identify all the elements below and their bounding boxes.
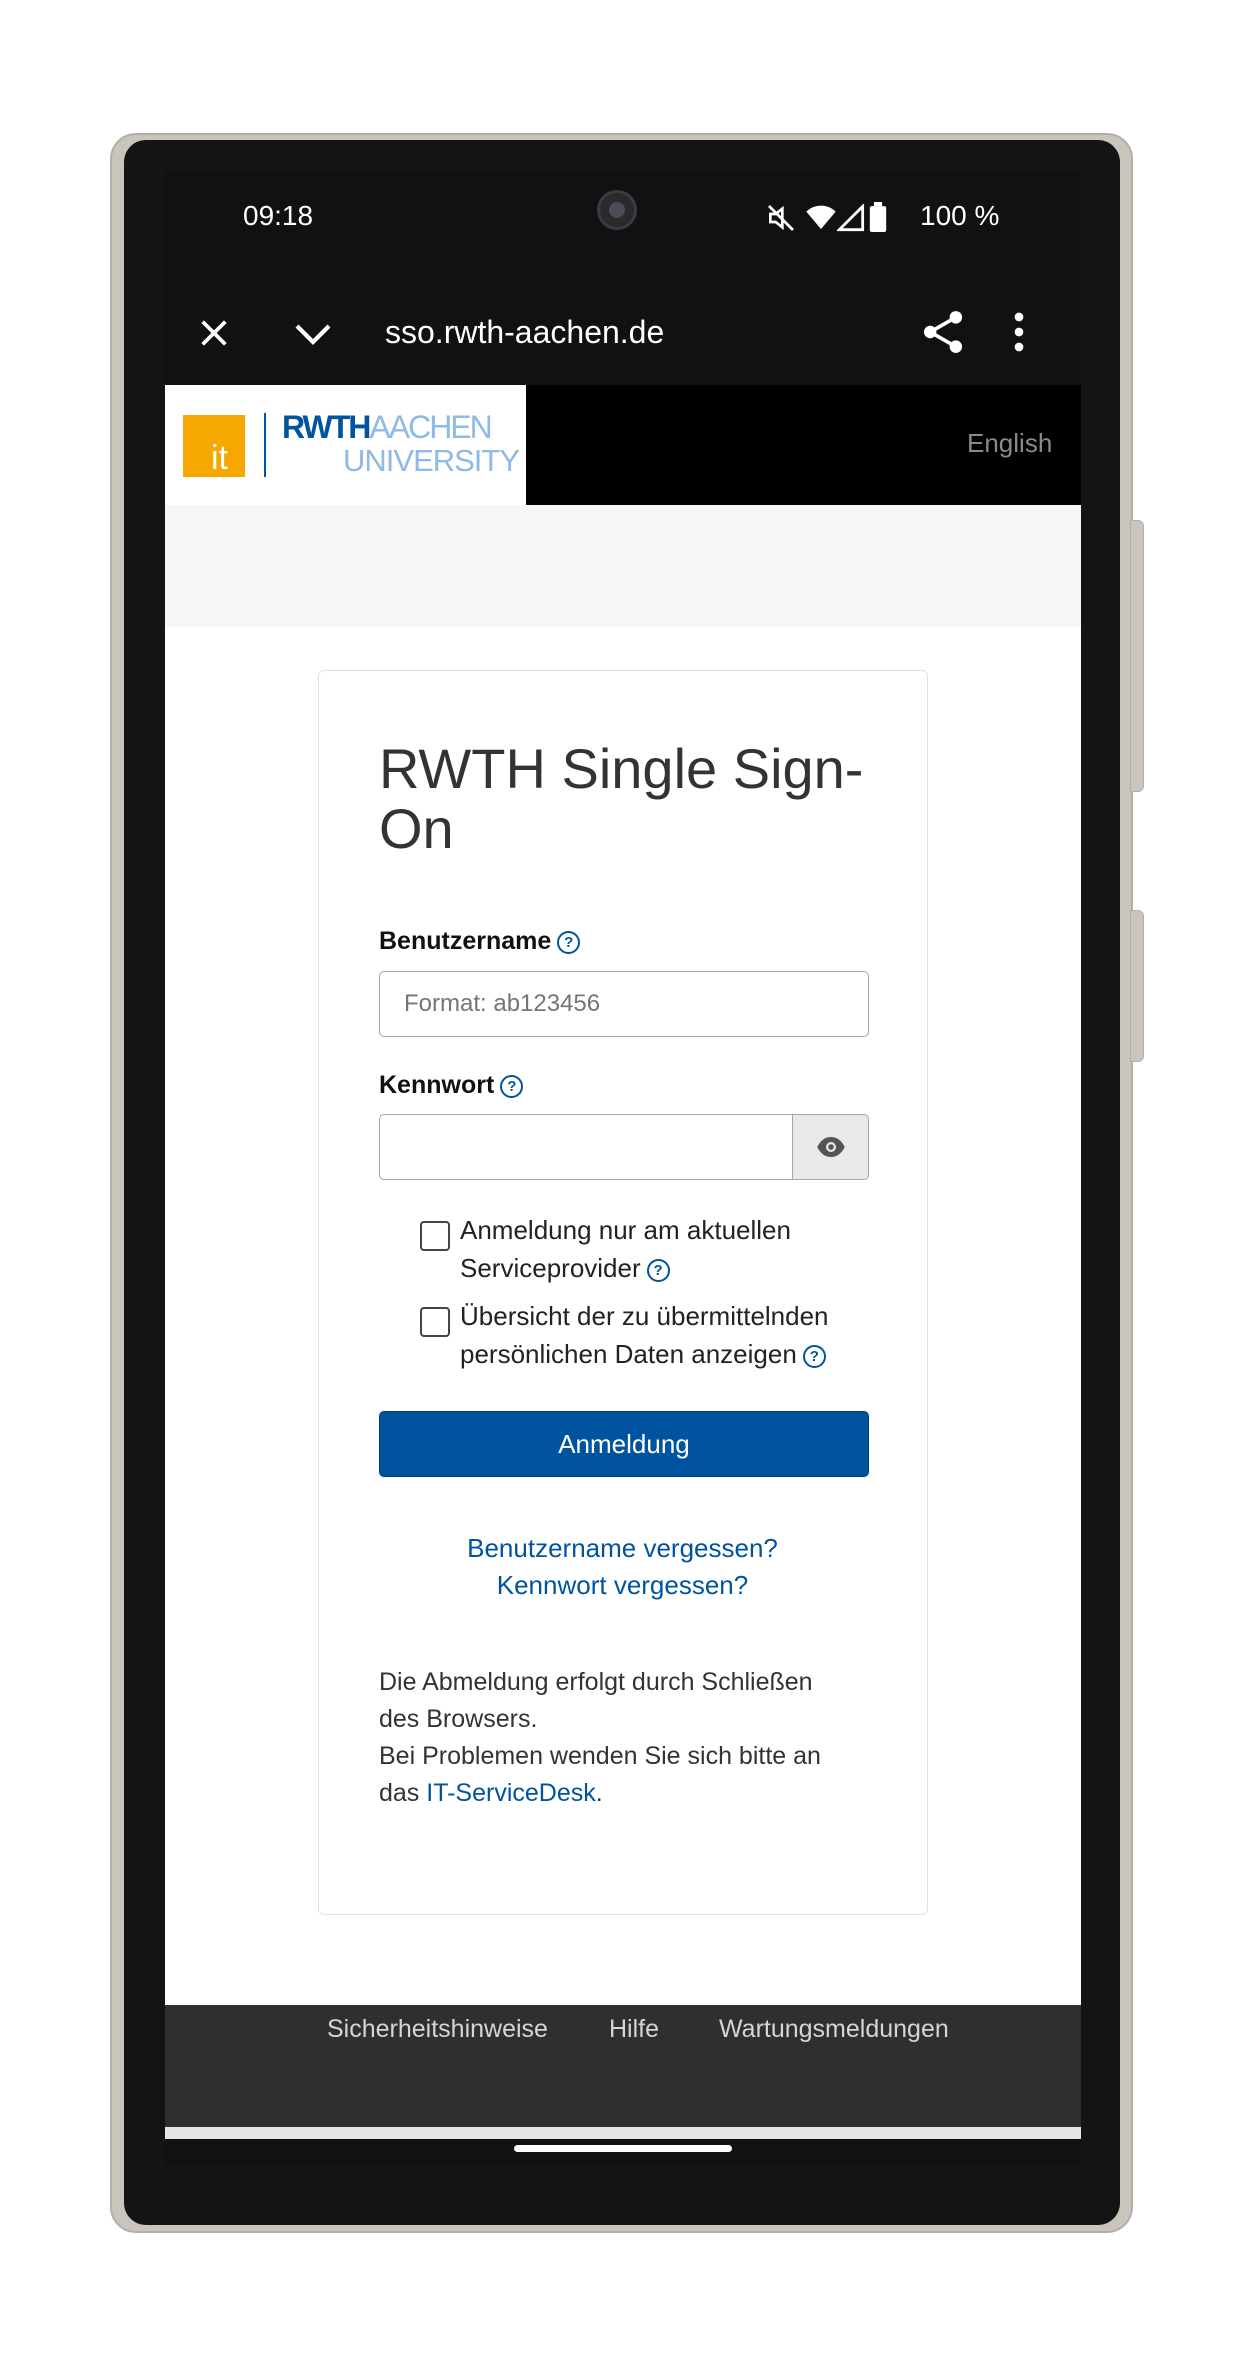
it-logo-text: it <box>211 439 228 477</box>
show-password-button[interactable] <box>792 1114 869 1180</box>
site-header: it RWTHAACHEN UNIVERSITY English <box>165 385 1081 505</box>
footer-link-help[interactable]: Hilfe <box>609 2015 659 2044</box>
login-card: RWTH Single Sign-On Benutzername? Kennwo… <box>318 670 928 1915</box>
signal-icon <box>837 204 865 232</box>
password-label-text: Kennwort <box>379 1071 495 1099</box>
language-switch[interactable]: English <box>967 428 1052 459</box>
gesture-bar-area <box>165 2139 1081 2165</box>
power-button <box>1130 520 1144 792</box>
phone-screen: 09:18 100 % sso.rwth-aachen.de it RWTHAA… <box>165 170 1081 2165</box>
battery-percent: 100 % <box>920 200 1000 231</box>
page-bottom-edge <box>165 2127 1081 2139</box>
info-line-3: Bei Problemen wenden Sie sich bitte an <box>379 1742 821 1770</box>
info-line-4-prefix: das <box>379 1779 420 1807</box>
rwth-logo[interactable]: it RWTHAACHEN UNIVERSITY <box>165 385 526 505</box>
checkbox-current-sp-label[interactable]: Anmeldung nur am aktuellen Serviceprovid… <box>460 1211 880 1287</box>
login-button[interactable]: Anmeldung <box>379 1411 869 1477</box>
home-gesture-handle[interactable] <box>514 2145 732 2152</box>
footer-link-security[interactable]: Sicherheitshinweise <box>327 2015 548 2044</box>
username-help-icon[interactable]: ? <box>557 930 581 954</box>
show-data-help-icon[interactable]: ? <box>802 1344 826 1368</box>
password-input[interactable] <box>379 1114 793 1180</box>
info-line-4-suffix: . <box>595 1779 603 1807</box>
checkbox-current-sp-line1: Anmeldung nur am aktuellen <box>460 1215 791 1245</box>
username-label: Benutzername? <box>379 927 581 956</box>
logo-wordmark: RWTHAACHEN <box>282 409 493 445</box>
front-camera <box>597 190 637 230</box>
info-line-2: des Browsers. <box>379 1705 538 1733</box>
checkbox-show-data-label[interactable]: Übersicht der zu übermittelnden persönli… <box>460 1297 900 1373</box>
url-text[interactable]: sso.rwth-aachen.de <box>385 314 664 351</box>
logo-rwth: RWTH <box>282 409 371 445</box>
footer-link-maintenance[interactable]: Wartungsmeldungen <box>719 2015 949 2044</box>
checkbox-show-data[interactable] <box>420 1307 450 1337</box>
header-spacer <box>165 505 1081 627</box>
forgot-username-link[interactable]: Benutzername vergessen? <box>319 1533 926 1564</box>
checkbox-show-data-line2: persönlichen Daten anzeigen <box>460 1339 797 1369</box>
site-footer: Sicherheitshinweise Hilfe Wartungsmeldun… <box>165 2005 1081 2127</box>
forgot-password-link[interactable]: Kennwort vergessen? <box>319 1570 926 1601</box>
battery-icon <box>869 202 887 232</box>
it-servicedesk-link[interactable]: IT-ServiceDesk <box>426 1779 595 1807</box>
close-icon[interactable] <box>197 316 231 350</box>
password-label: Kennwort? <box>379 1071 524 1100</box>
it-logo-square: it <box>183 415 245 477</box>
info-line-1: Die Abmeldung erfolgt durch Schließen <box>379 1668 813 1696</box>
status-time: 09:18 <box>243 200 314 231</box>
checkbox-show-data-line1: Übersicht der zu übermittelnden <box>460 1301 829 1331</box>
logout-info: Die Abmeldung erfolgt durch Schließen de… <box>379 1664 899 1812</box>
more-vert-icon[interactable] <box>1013 312 1025 352</box>
wifi-icon <box>806 205 836 229</box>
checkbox-current-sp[interactable] <box>420 1221 450 1251</box>
logo-divider <box>264 413 266 477</box>
share-icon[interactable] <box>921 308 965 356</box>
username-label-text: Benutzername <box>379 927 552 955</box>
eye-icon <box>817 1137 845 1157</box>
current-sp-help-icon[interactable]: ? <box>646 1258 670 1282</box>
chevron-down-icon[interactable] <box>293 318 333 350</box>
browser-toolbar: sso.rwth-aachen.de <box>165 280 1081 385</box>
logo-aachen: AACHEN <box>369 409 492 445</box>
mute-icon <box>768 205 794 231</box>
username-input[interactable] <box>379 971 869 1037</box>
volume-button <box>1130 910 1144 1062</box>
checkbox-current-sp-line2: Serviceprovider <box>460 1253 641 1283</box>
password-help-icon[interactable]: ? <box>500 1074 524 1098</box>
logo-university: UNIVERSITY <box>343 443 520 478</box>
page-title: RWTH Single Sign-On <box>379 737 864 860</box>
